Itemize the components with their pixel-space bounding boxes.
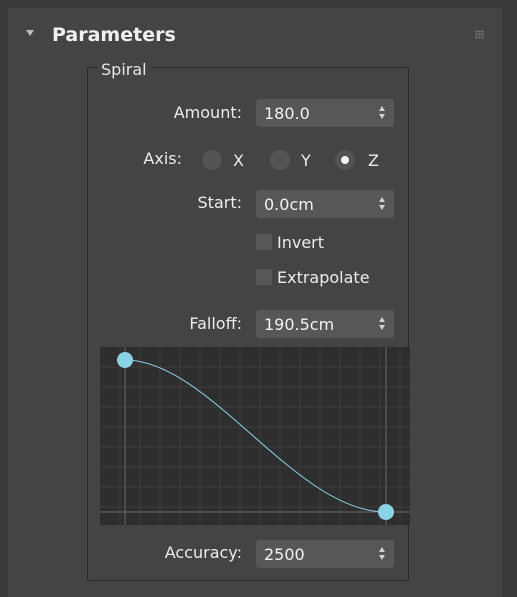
curve-end-handle[interactable] bbox=[378, 504, 394, 520]
amount-label: Amount: bbox=[173, 103, 242, 122]
start-value[interactable]: 0.0cm bbox=[264, 195, 314, 214]
rollout-header[interactable]: Parameters bbox=[8, 8, 502, 60]
spinner-arrows-icon[interactable] bbox=[378, 547, 386, 561]
drag-grip-icon[interactable] bbox=[475, 30, 484, 39]
axis-label: Axis: bbox=[143, 149, 182, 168]
collapse-arrow-icon[interactable] bbox=[26, 30, 34, 36]
axis-z-label[interactable]: Z bbox=[368, 151, 379, 170]
spiral-group-label: Spiral bbox=[97, 60, 151, 79]
accuracy-value[interactable]: 2500 bbox=[264, 545, 305, 564]
axis-z-radio[interactable] bbox=[335, 150, 355, 170]
accuracy-spinner[interactable]: 2500 bbox=[256, 540, 394, 568]
extrapolate-checkbox[interactable] bbox=[256, 269, 272, 285]
spinner-arrows-icon[interactable] bbox=[378, 106, 386, 120]
axis-y-label[interactable]: Y bbox=[301, 151, 311, 170]
axis-y-radio[interactable] bbox=[270, 150, 290, 170]
start-spinner[interactable]: 0.0cm bbox=[256, 190, 394, 218]
falloff-curve-line[interactable] bbox=[124, 359, 387, 513]
axis-x-label[interactable]: X bbox=[233, 151, 244, 170]
curve-grid bbox=[100, 347, 410, 525]
falloff-curve-svg bbox=[100, 347, 410, 525]
curve-start-handle[interactable] bbox=[117, 352, 133, 368]
extrapolate-label[interactable]: Extrapolate bbox=[277, 268, 370, 287]
falloff-value[interactable]: 190.5cm bbox=[264, 315, 334, 334]
spinner-arrows-icon[interactable] bbox=[378, 317, 386, 331]
spinner-arrows-icon[interactable] bbox=[378, 197, 386, 211]
start-label: Start: bbox=[197, 193, 242, 212]
falloff-spinner[interactable]: 190.5cm bbox=[256, 310, 394, 338]
invert-label[interactable]: Invert bbox=[277, 233, 324, 252]
axis-x-radio[interactable] bbox=[202, 150, 222, 170]
amount-spinner[interactable]: 180.0 bbox=[256, 99, 394, 127]
rollout-title: Parameters bbox=[52, 24, 176, 46]
falloff-curve-graph[interactable] bbox=[100, 347, 410, 525]
invert-checkbox[interactable] bbox=[256, 234, 272, 250]
amount-value[interactable]: 180.0 bbox=[264, 104, 310, 123]
falloff-label: Falloff: bbox=[189, 314, 242, 333]
accuracy-label: Accuracy: bbox=[164, 543, 242, 562]
